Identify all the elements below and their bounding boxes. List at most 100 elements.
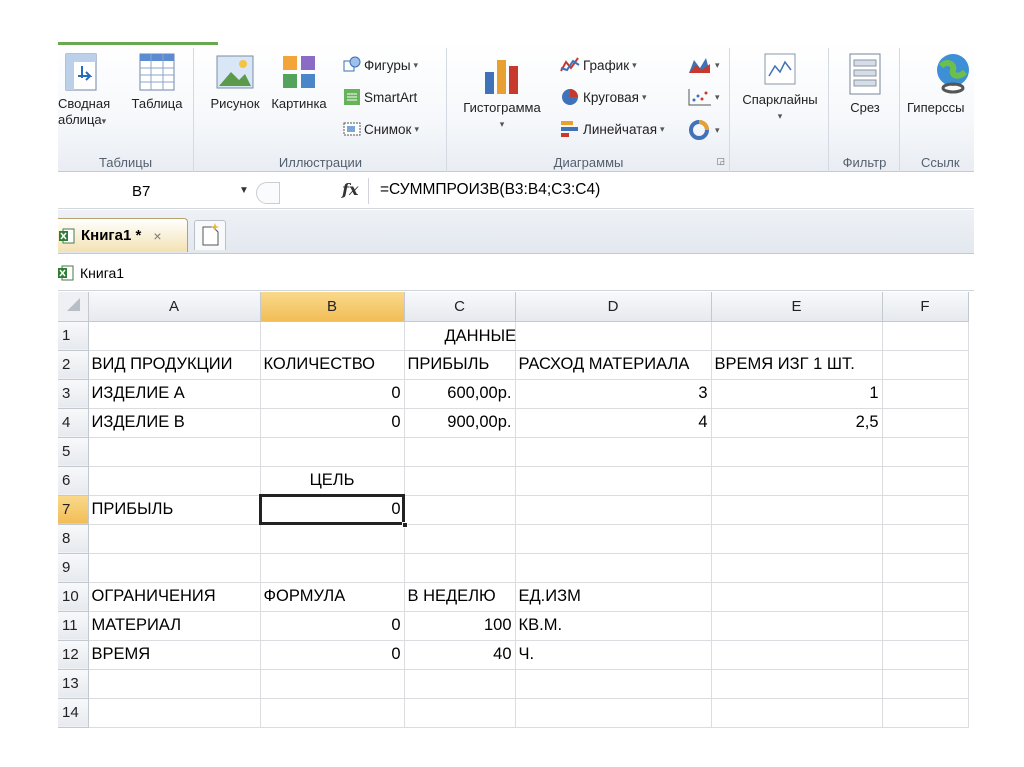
cell-c11[interactable]: 100	[404, 611, 516, 641]
cell-a2[interactable]: ВИД ПРОДУКЦИИ	[88, 350, 261, 380]
cell-c3[interactable]: 600,00р.	[404, 379, 516, 409]
clipart-button[interactable]: Картинка	[265, 52, 333, 112]
cell-b4[interactable]: 0	[260, 408, 405, 438]
row-header[interactable]: 1	[58, 321, 89, 351]
cell-d8[interactable]	[515, 524, 712, 554]
insert-function-icon[interactable]: fx	[342, 180, 358, 199]
formula-input[interactable]: =СУММПРОИЗВ(B3:B4;C3:C4)	[380, 181, 600, 199]
column-header-a[interactable]: A	[88, 292, 261, 322]
cell-b10[interactable]: ФОРМУЛА	[260, 582, 405, 612]
cell-d9[interactable]	[515, 553, 712, 583]
cell-b14[interactable]	[260, 698, 405, 728]
cell-b3[interactable]: 0	[260, 379, 405, 409]
cell-b1[interactable]	[260, 321, 405, 351]
shapes-button[interactable]: Фигуры ▾	[343, 56, 418, 74]
select-all-button[interactable]	[58, 292, 89, 322]
name-box[interactable]: B7	[58, 180, 254, 204]
row-header[interactable]: 13	[58, 669, 89, 699]
hyperlink-button[interactable]: Гиперссы	[907, 52, 974, 116]
slicer-button[interactable]: Срез	[834, 52, 896, 116]
dialog-launcher-icon[interactable]: ◲	[716, 156, 725, 167]
cell-d7[interactable]	[515, 495, 712, 525]
cell-e7[interactable]	[711, 495, 883, 525]
cell-b2[interactable]: КОЛИЧЕСТВО	[260, 350, 405, 380]
cell-c9[interactable]	[404, 553, 516, 583]
cell-d6[interactable]	[515, 466, 712, 496]
cell-e2[interactable]: ВРЕМЯ ИЗГ 1 ШТ.	[711, 350, 883, 380]
scatter-chart-button[interactable]: ▾	[688, 88, 720, 106]
cell-f2[interactable]	[882, 350, 969, 380]
row-header[interactable]: 12	[58, 640, 89, 670]
pivot-table-button[interactable]: Сводная аблица▾	[58, 52, 120, 129]
cell-a10[interactable]: ОГРАНИЧЕНИЯ	[88, 582, 261, 612]
cell-a13[interactable]	[88, 669, 261, 699]
row-header[interactable]: 10	[58, 582, 89, 612]
pie-chart-button[interactable]: Круговая ▾	[560, 88, 646, 106]
cell-a3[interactable]: ИЗДЕЛИЕ А	[88, 379, 261, 409]
row-header[interactable]: 2	[58, 350, 89, 380]
row-header[interactable]: 11	[58, 611, 89, 641]
column-chart-button[interactable]: Гистограмма ▾	[452, 52, 552, 132]
cell-b13[interactable]	[260, 669, 405, 699]
row-header[interactable]: 14	[58, 698, 89, 728]
cell-b5[interactable]	[260, 437, 405, 467]
column-header-f[interactable]: F	[882, 292, 969, 322]
column-header-c[interactable]: C	[404, 292, 516, 322]
cell-b12[interactable]: 0	[260, 640, 405, 670]
cell-c2[interactable]: ПРИБЫЛЬ	[404, 350, 516, 380]
cell-a8[interactable]	[88, 524, 261, 554]
column-header-d[interactable]: D	[515, 292, 712, 322]
other-charts-button[interactable]: ▾	[688, 120, 720, 140]
cell-f6[interactable]	[882, 466, 969, 496]
cell-c8[interactable]	[404, 524, 516, 554]
cell-b8[interactable]	[260, 524, 405, 554]
row-header[interactable]: 3	[58, 379, 89, 409]
cell-f1[interactable]	[882, 321, 969, 351]
cell-e6[interactable]	[711, 466, 883, 496]
cell-e3[interactable]: 1	[711, 379, 883, 409]
cell-d14[interactable]	[515, 698, 712, 728]
cell-d5[interactable]	[515, 437, 712, 467]
cell-d12[interactable]: Ч.	[515, 640, 712, 670]
workbook-tab[interactable]: Книга1 * ×	[58, 218, 188, 252]
cell-f12[interactable]	[882, 640, 969, 670]
cell-e9[interactable]	[711, 553, 883, 583]
cell-f3[interactable]	[882, 379, 969, 409]
cell-f5[interactable]	[882, 437, 969, 467]
cell-d3[interactable]: 3	[515, 379, 712, 409]
cell-f10[interactable]	[882, 582, 969, 612]
area-chart-button[interactable]: ▾	[688, 56, 720, 74]
cell-f11[interactable]	[882, 611, 969, 641]
row-header[interactable]: 4	[58, 408, 89, 438]
table-button[interactable]: Таблица	[124, 52, 190, 112]
cell-f14[interactable]	[882, 698, 969, 728]
column-header-b[interactable]: B	[260, 292, 405, 322]
cell-a11[interactable]: МАТЕРИАЛ	[88, 611, 261, 641]
cell-a5[interactable]	[88, 437, 261, 467]
cell-c1[interactable]: ДАННЫЕ	[404, 321, 516, 351]
cell-e10[interactable]	[711, 582, 883, 612]
cell-e12[interactable]	[711, 640, 883, 670]
cell-c7[interactable]	[404, 495, 516, 525]
cell-d1[interactable]	[515, 321, 712, 351]
row-header[interactable]: 8	[58, 524, 89, 554]
cell-e1[interactable]	[711, 321, 883, 351]
cell-c12[interactable]: 40	[404, 640, 516, 670]
cell-d13[interactable]	[515, 669, 712, 699]
cell-a4[interactable]: ИЗДЕЛИЕ В	[88, 408, 261, 438]
cell-f9[interactable]	[882, 553, 969, 583]
cell-e5[interactable]	[711, 437, 883, 467]
line-chart-button[interactable]: График ▾	[560, 56, 637, 74]
cell-c10[interactable]: В НЕДЕЛЮ	[404, 582, 516, 612]
picture-button[interactable]: Рисунок	[203, 52, 267, 112]
cell-f13[interactable]	[882, 669, 969, 699]
row-header[interactable]: 5	[58, 437, 89, 467]
cell-d2[interactable]: РАСХОД МАТЕРИАЛА	[515, 350, 712, 380]
cell-b6[interactable]: ЦЕЛЬ	[260, 466, 405, 496]
cell-c4[interactable]: 900,00р.	[404, 408, 516, 438]
cell-f7[interactable]	[882, 495, 969, 525]
cell-c13[interactable]	[404, 669, 516, 699]
cell-a7[interactable]: ПРИБЫЛЬ	[88, 495, 261, 525]
smartart-button[interactable]: SmartArt	[343, 88, 417, 106]
cell-b7-selected[interactable]: 0	[259, 494, 408, 528]
